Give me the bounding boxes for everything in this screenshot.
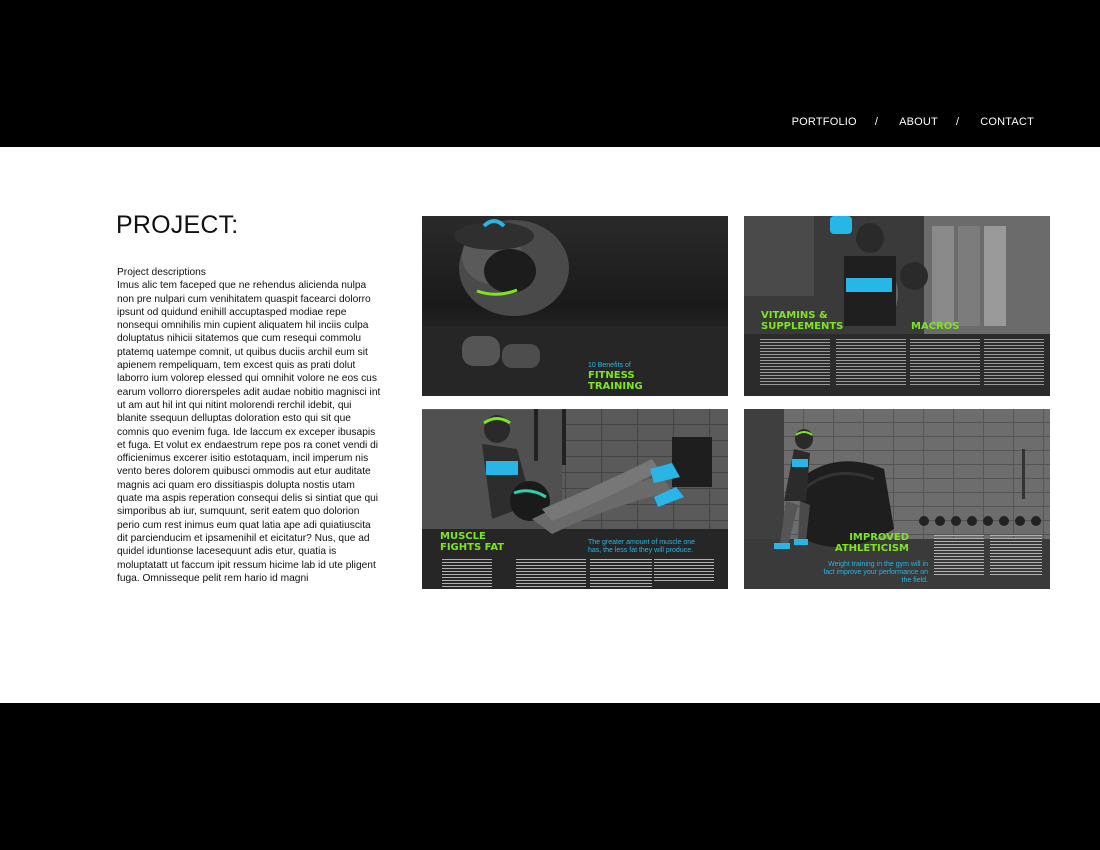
gallery-image-fitness-training[interactable]: 10 Benefits of FITNESS TRAINING xyxy=(422,216,728,396)
nav-about-link[interactable]: ABOUT xyxy=(899,116,938,128)
nav-separator: / xyxy=(955,116,960,128)
gallery-image-muscle-fights-fat[interactable]: MUSCLE FIGHTS FAT The greater amount of … xyxy=(422,409,728,589)
description-body: Imus alic tem faceped que ne rehendus al… xyxy=(117,280,381,584)
header-bar: PORTFOLIO / ABOUT / CONTACT xyxy=(0,0,1100,147)
athlete-plank-photo xyxy=(422,219,728,396)
athlete-drinking-photo xyxy=(744,216,1050,396)
athlete-crunch-photo xyxy=(422,409,728,589)
gallery-heading: VITAMINS & SUPPLEMENTS xyxy=(761,310,844,332)
gallery-caption: The greater amount of muscle one has, th… xyxy=(588,539,696,554)
gallery-subtitle: 10 Benefits of xyxy=(588,362,631,369)
gallery-caption: Weight training in the gym will in fact … xyxy=(823,561,928,584)
nav-portfolio-link[interactable]: PORTFOLIO xyxy=(792,116,857,128)
description-heading: Project descriptions xyxy=(117,267,206,278)
nav-separator: / xyxy=(874,116,879,128)
gallery-heading: MUSCLE FIGHTS FAT xyxy=(440,531,505,553)
gallery-heading: IMPROVED ATHLETICISM xyxy=(834,532,909,554)
gallery-heading: FITNESS TRAINING xyxy=(588,370,643,392)
gallery-image-improved-athleticism[interactable]: IMPROVED ATHLETICISM Weight training in … xyxy=(744,409,1050,589)
main-nav: PORTFOLIO / ABOUT / CONTACT xyxy=(792,116,1034,128)
project-title: PROJECT: xyxy=(116,211,239,239)
project-description: Project descriptions Imus alic tem facep… xyxy=(117,266,381,585)
project-section: PROJECT: Project descriptions Imus alic … xyxy=(0,147,1100,703)
nav-contact-link[interactable]: CONTACT xyxy=(980,116,1034,128)
footer-bar xyxy=(0,703,1100,850)
gallery-heading-secondary: MACROS xyxy=(911,321,960,332)
gallery-image-vitamins-supplements[interactable]: VITAMINS & SUPPLEMENTS MACROS xyxy=(744,216,1050,396)
